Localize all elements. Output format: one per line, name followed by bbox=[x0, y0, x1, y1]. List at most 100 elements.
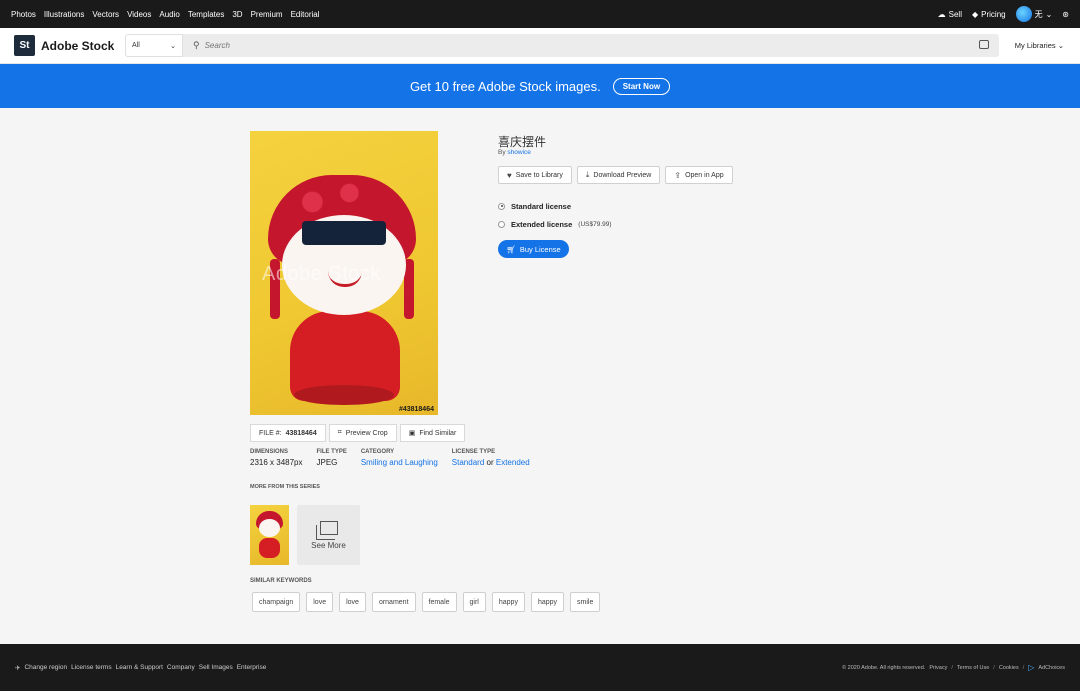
asset-title: 喜庆摆件 bbox=[498, 135, 547, 149]
preview-crop-button[interactable]: ⌗ Preview Crop bbox=[328, 424, 397, 442]
open-in-app-button[interactable]: ⇪ Open in App bbox=[665, 166, 733, 184]
series-thumbnail[interactable] bbox=[250, 505, 289, 565]
avatar bbox=[1015, 6, 1032, 22]
download-icon: ⤓ bbox=[585, 170, 590, 179]
search-bar: All ⌄ ⚲ bbox=[125, 34, 999, 57]
nav-videos[interactable]: Videos bbox=[127, 10, 151, 19]
change-region-link[interactable]: Change region bbox=[24, 664, 67, 671]
series-heading: MORE FROM THIS SERIES bbox=[250, 484, 320, 490]
sell-link[interactable]: ☁ Sell bbox=[938, 10, 962, 19]
heart-icon: ♥ bbox=[507, 170, 512, 180]
camera-icon[interactable] bbox=[979, 40, 989, 49]
category-select[interactable]: All ⌄ bbox=[125, 34, 183, 57]
privacy-link[interactable]: Privacy bbox=[929, 665, 947, 671]
logo-text: Adobe Stock bbox=[41, 38, 115, 53]
cart-icon: 🛒︎ bbox=[506, 244, 516, 254]
sell-images-link[interactable]: Sell Images bbox=[199, 664, 233, 671]
footer-legal: © 2020 Adobe. All rights reserved. Priva… bbox=[842, 663, 1065, 672]
keyword-tag[interactable]: girl bbox=[462, 592, 486, 612]
enterprise-link[interactable]: Enterprise bbox=[237, 664, 267, 671]
top-nav: Photos Illustrations Vectors Videos Audi… bbox=[0, 0, 1080, 28]
download-preview-button[interactable]: ⤓ Download Preview bbox=[576, 166, 661, 184]
keyword-tag[interactable]: happy bbox=[491, 592, 525, 612]
terms-link[interactable]: Terms of Use bbox=[957, 665, 989, 671]
doll-hair bbox=[302, 221, 386, 245]
category-link[interactable]: Smiling and Laughing bbox=[361, 458, 438, 467]
nav-premium[interactable]: Premium bbox=[251, 10, 283, 19]
find-similar-button[interactable]: ▣ Find Similar bbox=[399, 424, 466, 442]
asset-preview-image[interactable]: Adobe Stock #43818464 bbox=[250, 131, 438, 415]
tag-icon: ◆ bbox=[971, 9, 979, 19]
my-libraries-button[interactable]: My Libraries ⌄ bbox=[1015, 41, 1064, 50]
creative-cloud-icon[interactable]: ⊛ bbox=[1062, 10, 1069, 19]
chevron-down-icon: ⌄ bbox=[1057, 41, 1064, 50]
meta-license-type: LICENSE TYPE Standard or Extended bbox=[451, 449, 530, 467]
extended-price: (US$79.99) bbox=[578, 220, 612, 228]
doll-base bbox=[294, 385, 394, 405]
footer-links: ✈︎ Change region License terms Learn & S… bbox=[15, 664, 266, 672]
save-to-library-button[interactable]: ♥ Save to Library bbox=[498, 166, 572, 184]
file-actions-row: FILE #: 43818464 ⌗ Preview Crop ▣ Find S… bbox=[250, 424, 466, 442]
top-nav-right: ☁ Sell ◆ Pricing 无 ⌄ ⊛ bbox=[938, 6, 1069, 22]
radio-unselected[interactable] bbox=[498, 220, 505, 228]
see-more-button[interactable]: See More bbox=[297, 505, 360, 565]
adchoices-link[interactable]: AdChoices bbox=[1038, 665, 1065, 671]
promo-banner: Get 10 free Adobe Stock images. Start No… bbox=[0, 64, 1080, 108]
camera-icon: ▣ bbox=[408, 430, 416, 437]
standard-license-option[interactable]: Standard license bbox=[498, 197, 612, 215]
image-id: #43818464 bbox=[398, 406, 434, 413]
adchoices-icon: ▷ bbox=[1028, 663, 1035, 672]
license-options: Standard license Extended license (US$79… bbox=[498, 197, 612, 233]
keyword-tag[interactable]: female bbox=[421, 592, 457, 612]
nav-templates[interactable]: Templates bbox=[188, 10, 224, 19]
watermark: Adobe Stock bbox=[262, 263, 381, 285]
nav-audio[interactable]: Audio bbox=[159, 10, 179, 19]
extended-license-link[interactable]: Extended bbox=[496, 458, 530, 467]
asset-metadata: DIMENSIONS 2316 x 3487px FILE TYPE JPEG … bbox=[250, 449, 544, 467]
standard-license-link[interactable]: Standard bbox=[452, 458, 484, 467]
learn-support-link[interactable]: Learn & Support bbox=[116, 664, 163, 671]
company-link[interactable]: Company bbox=[167, 664, 195, 671]
keyword-list: champaign love love ornament female girl… bbox=[252, 592, 601, 612]
cloud-upload-icon: ☁ bbox=[937, 9, 946, 19]
chevron-down-icon: ⌄ bbox=[170, 42, 176, 50]
nav-3d[interactable]: 3D bbox=[232, 10, 242, 19]
keyword-tag[interactable]: ornament bbox=[371, 592, 416, 612]
nav-editorial[interactable]: Editorial bbox=[291, 10, 320, 19]
nav-photos[interactable]: Photos bbox=[11, 10, 36, 19]
search-input[interactable] bbox=[204, 41, 965, 50]
keyword-tag[interactable]: love bbox=[339, 592, 366, 612]
keyword-tag[interactable]: smile bbox=[570, 592, 601, 612]
keyword-tag[interactable]: love bbox=[306, 592, 334, 612]
keywords-heading: SIMILAR KEYWORDS bbox=[250, 578, 312, 584]
promo-message: Get 10 free Adobe Stock images. bbox=[409, 78, 601, 94]
chevron-down-icon: ⌄ bbox=[1045, 9, 1053, 19]
keyword-tag[interactable]: champaign bbox=[252, 592, 301, 612]
footer: ✈︎ Change region License terms Learn & S… bbox=[0, 644, 1080, 691]
gallery-icon bbox=[315, 520, 338, 540]
search-icon: ⚲ bbox=[193, 40, 200, 50]
license-terms-link[interactable]: License terms bbox=[71, 664, 111, 671]
cookies-link[interactable]: Cookies bbox=[999, 665, 1019, 671]
meta-category: CATEGORY Smiling and Laughing bbox=[360, 449, 438, 467]
nav-illustrations[interactable]: Illustrations bbox=[44, 10, 84, 19]
extended-license-option[interactable]: Extended license (US$79.99) bbox=[498, 215, 612, 233]
author-byline: By showice bbox=[498, 149, 531, 156]
keyword-tag[interactable]: happy bbox=[530, 592, 565, 612]
share-icon: ⇪ bbox=[674, 170, 682, 180]
meta-filetype: FILE TYPE JPEG bbox=[316, 449, 347, 467]
start-now-button[interactable]: Start Now bbox=[612, 77, 671, 95]
logo-mark: St bbox=[14, 35, 35, 56]
file-number: FILE #: 43818464 bbox=[250, 424, 326, 442]
radio-selected[interactable] bbox=[498, 202, 505, 210]
adobe-stock-logo[interactable]: St Adobe Stock bbox=[14, 35, 114, 56]
header: St Adobe Stock All ⌄ ⚲ My Libraries ⌄ bbox=[0, 28, 1080, 64]
author-link[interactable]: showice bbox=[507, 149, 530, 156]
nav-vectors[interactable]: Vectors bbox=[92, 10, 119, 19]
user-menu[interactable]: 无 ⌄ bbox=[1015, 6, 1053, 22]
pricing-link[interactable]: ◆ Pricing bbox=[972, 10, 1006, 19]
media-type-links: Photos Illustrations Vectors Videos Audi… bbox=[11, 10, 327, 19]
copyright: © 2020 Adobe. All rights reserved. bbox=[842, 664, 926, 671]
meta-dimensions: DIMENSIONS 2316 x 3487px bbox=[250, 449, 303, 467]
buy-license-button[interactable]: 🛒︎ Buy License bbox=[498, 240, 569, 258]
